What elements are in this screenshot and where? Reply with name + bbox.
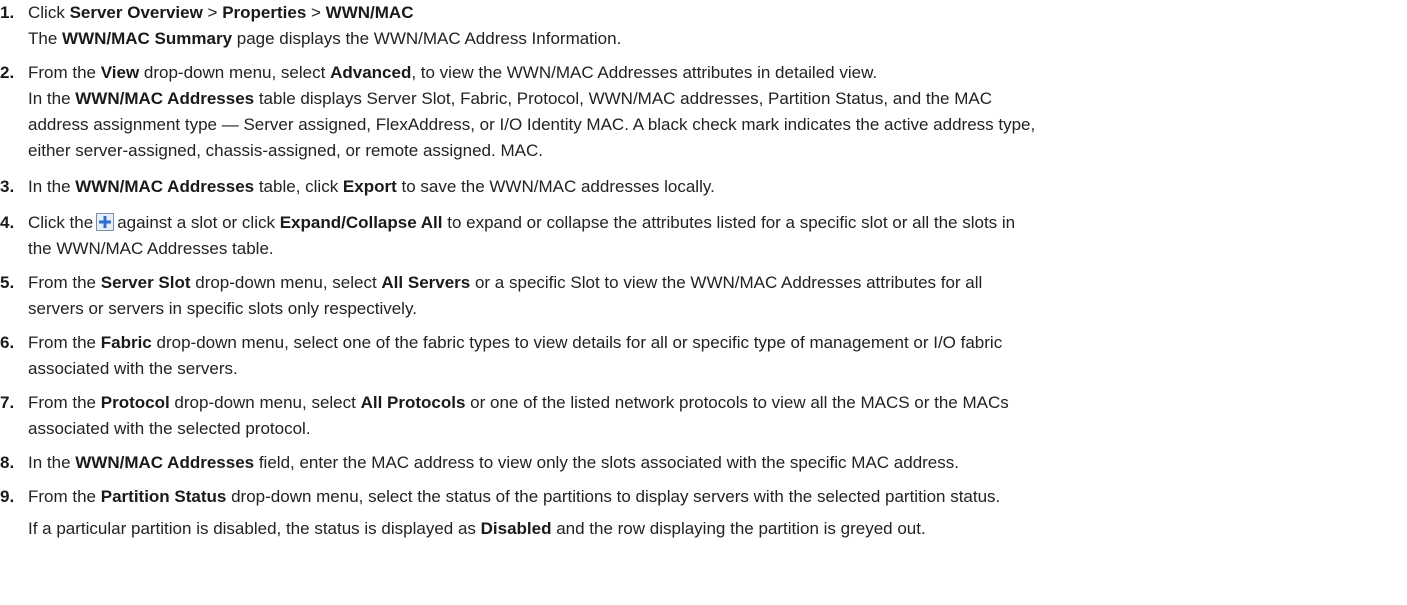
step-9-line-2: If a particular partition is disabled, t… [28, 519, 926, 538]
plus-box-icon [96, 213, 115, 231]
step-9-line-1: From the Partition Status drop-down menu… [28, 487, 1001, 506]
step-7-line-1: From the Protocol drop-down menu, select… [28, 393, 1009, 412]
step-3: 3. In the WWN/MAC Addresses table, click… [0, 174, 1407, 200]
step-number: 4. [0, 213, 15, 232]
step-number: 7. [0, 393, 15, 412]
step-2: 2. From the View drop-down menu, select … [0, 60, 1407, 164]
step-9: 9. From the Partition Status drop-down m… [0, 484, 1407, 542]
step-2-line-4: either server-assigned, chassis-assigned… [28, 141, 543, 160]
step-6-line-1: From the Fabric drop-down menu, select o… [28, 333, 1003, 352]
step-number: 6. [0, 333, 15, 352]
step-8-line-1: In the WWN/MAC Addresses field, enter th… [28, 453, 959, 472]
step-number: 3. [0, 177, 15, 196]
step-2-line-2: In the WWN/MAC Addresses table displays … [28, 89, 992, 108]
step-number: 9. [0, 487, 15, 506]
step-number: 5. [0, 273, 15, 292]
step-4-line-2: the WWN/MAC Addresses table. [28, 239, 274, 258]
step-8: 8. In the WWN/MAC Addresses field, enter… [0, 450, 1407, 476]
step-1-line-1: Click Server Overview > Properties > WWN… [28, 3, 414, 22]
step-7-line-2: associated with the selected protocol. [28, 419, 311, 438]
step-4: 4. Click the against a slot or click Expa… [0, 210, 1407, 262]
step-6-line-2: associated with the servers. [28, 359, 238, 378]
procedure-steps: 1. Click Server Overview > Properties > … [0, 0, 1407, 542]
step-5-line-1: From the Server Slot drop-down menu, sel… [28, 273, 983, 292]
step-2-line-1: From the View drop-down menu, select Adv… [28, 63, 878, 82]
step-1: 1. Click Server Overview > Properties > … [0, 0, 1407, 52]
step-6: 6. From the Fabric drop-down menu, selec… [0, 330, 1407, 382]
step-3-line-1: In the WWN/MAC Addresses table, click Ex… [28, 177, 715, 196]
step-1-line-2: The WWN/MAC Summary page displays the WW… [28, 29, 622, 48]
step-2-line-3: address assignment type — Server assigne… [28, 115, 1036, 134]
step-4-line-1: Click the against a slot or click Expand/… [28, 213, 1016, 232]
step-number: 1. [0, 3, 15, 22]
step-5-line-2: servers or servers in specific slots onl… [28, 299, 417, 318]
step-number: 2. [0, 63, 15, 82]
step-7: 7. From the Protocol drop-down menu, sel… [0, 390, 1407, 442]
step-5: 5. From the Server Slot drop-down menu, … [0, 270, 1407, 322]
step-number: 8. [0, 453, 15, 472]
